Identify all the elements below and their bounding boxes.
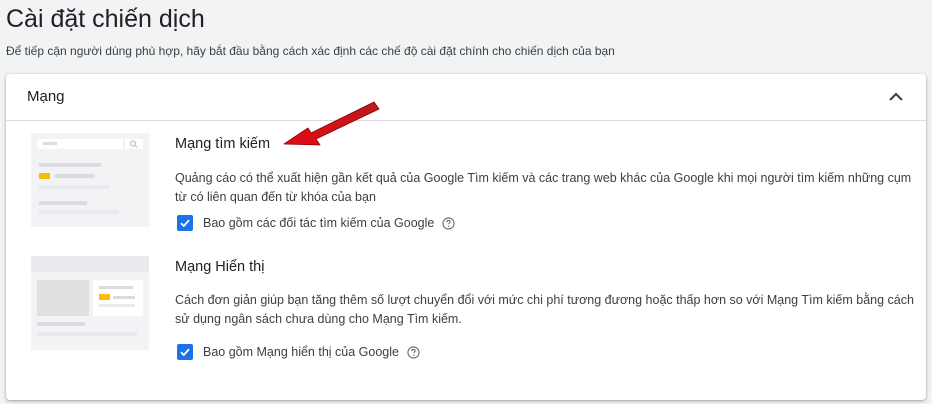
- chevron-up-icon[interactable]: [886, 87, 906, 107]
- page-subtitle: Để tiếp cận người dùng phù hợp, hãy bắt …: [6, 44, 615, 58]
- search-network-title: Mạng tìm kiếm: [175, 136, 271, 152]
- search-partners-label: Bao gồm các đối tác tìm kiếm của Google: [203, 216, 435, 230]
- help-circle-icon[interactable]: [442, 216, 455, 230]
- page-title: Cài đặt chiến dịch: [6, 5, 205, 33]
- search-partners-checkbox[interactable]: [177, 215, 193, 231]
- checkmark-icon: [180, 219, 190, 228]
- display-network-description: Cách đơn giản giúp bạn tăng thêm số lượt…: [175, 293, 914, 326]
- display-network-label: Bao gồm Mạng hiển thị của Google: [203, 345, 399, 359]
- display-network-illustration: [31, 256, 149, 350]
- networks-card-title: Mạng: [27, 88, 65, 105]
- help-circle-icon[interactable]: [407, 345, 420, 359]
- search-results-illustration-icon: [37, 139, 143, 214]
- display-network-title: Mạng Hiển thị: [175, 259, 265, 275]
- display-page-illustration-icon: [31, 256, 149, 336]
- checkmark-icon: [180, 348, 190, 357]
- display-network-checkbox[interactable]: [177, 344, 193, 360]
- display-network-checkbox-row[interactable]: Bao gồm Mạng hiển thị của Google: [177, 342, 420, 362]
- search-partners-checkbox-row[interactable]: Bao gồm các đối tác tìm kiếm của Google: [177, 213, 455, 233]
- search-network-illustration: [31, 133, 149, 227]
- search-network-description: Quảng cáo có thể xuất hiện gần kết quả c…: [175, 171, 912, 204]
- networks-card-header[interactable]: Mạng: [6, 74, 926, 121]
- networks-card: Mạng Mạng tìm kiếm Quảng cáo có thể xuất…: [6, 74, 926, 400]
